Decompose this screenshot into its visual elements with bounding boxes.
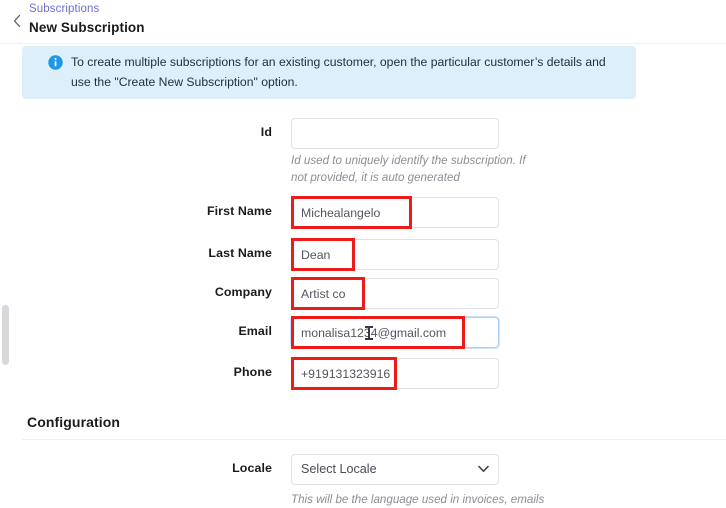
locale-select[interactable]: Select Locale — [291, 454, 499, 485]
label-first-name: First Name — [206, 204, 272, 218]
section-divider — [22, 439, 726, 440]
label-phone: Phone — [233, 365, 272, 379]
locale-select-value[interactable]: Select Locale — [291, 454, 499, 485]
input-id[interactable] — [291, 118, 499, 149]
input-phone[interactable] — [291, 358, 499, 389]
section-title-configuration: Configuration — [27, 414, 121, 430]
input-email[interactable] — [291, 317, 499, 348]
input-first-name[interactable] — [291, 197, 499, 228]
label-company: Company — [214, 285, 272, 299]
input-company[interactable] — [291, 278, 499, 309]
label-email: Email — [238, 324, 272, 338]
label-locale: Locale — [232, 461, 272, 475]
input-last-name[interactable] — [291, 239, 499, 270]
label-last-name: Last Name — [208, 246, 272, 260]
label-id: Id — [260, 125, 272, 139]
text-ibeam-cursor — [365, 326, 373, 340]
helper-text-id: Id used to uniquely identify the subscri… — [291, 154, 526, 184]
